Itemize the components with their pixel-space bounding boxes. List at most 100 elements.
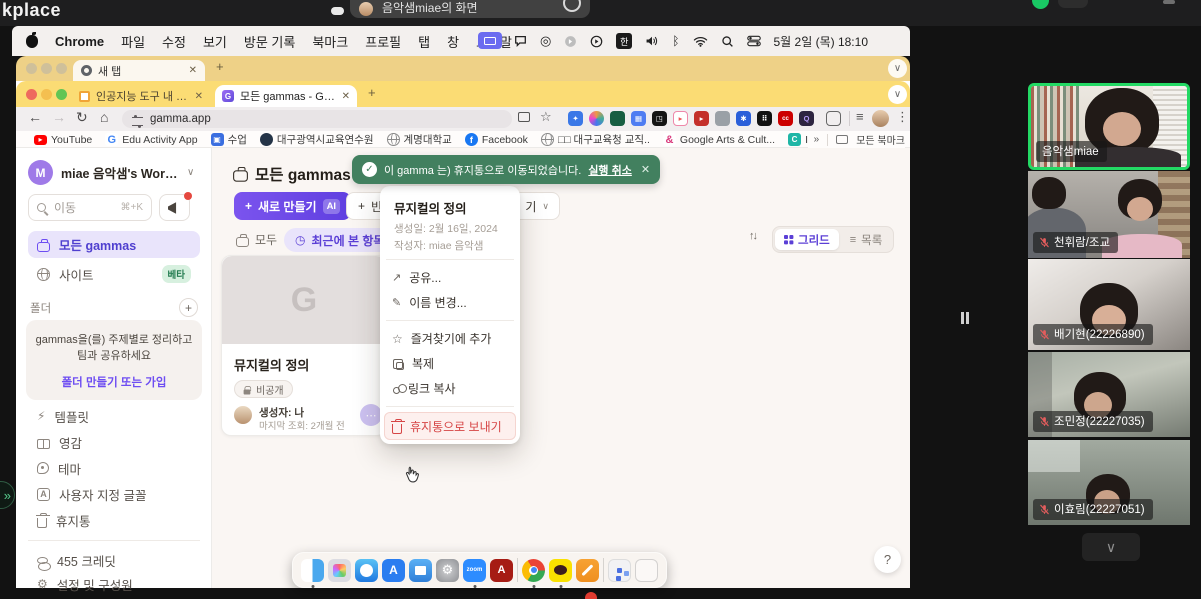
extension-icon[interactable]: cc	[778, 111, 793, 126]
menu-item-copy-link[interactable]: 링크 복사	[384, 376, 516, 401]
sidebar-item-templates[interactable]: ⚡템플릿	[28, 404, 98, 428]
sidebar-item-all-gammas[interactable]: 모든 gammas	[28, 231, 200, 258]
close-window-button[interactable]	[26, 89, 37, 100]
back-button[interactable]: ←	[28, 109, 42, 125]
safari-icon[interactable]	[355, 559, 378, 582]
menu-bar-clock[interactable]: 5월 2일 (목) 18:10	[774, 33, 869, 50]
home-button[interactable]: ⌂	[100, 109, 108, 125]
tab-strip-chevron[interactable]: ∨	[888, 59, 907, 78]
workspace-switcher[interactable]: M miae 음악샘's Work... ∨	[28, 160, 194, 185]
extension-icon[interactable]	[715, 111, 730, 126]
resize-handle[interactable]	[961, 312, 964, 324]
chrome-icon[interactable]	[522, 559, 545, 582]
trash-icon[interactable]	[635, 559, 658, 582]
zoom-window-button[interactable]	[56, 63, 67, 74]
bookmark-star-icon[interactable]: ☆	[540, 109, 552, 125]
tab-strip-chevron[interactable]: ∨	[888, 85, 907, 104]
reload-button[interactable]: ↻	[76, 109, 88, 126]
side-panel-expand-button[interactable]: »	[0, 481, 15, 509]
screen-share-pill[interactable]: 음악샘miae의 화면	[350, 0, 590, 18]
input-source-indicator[interactable]: 한	[616, 33, 632, 49]
sidebar-item-trash[interactable]: 휴지통	[28, 508, 100, 532]
bookmark-item[interactable]: □□ 대구교육청 교직..	[541, 132, 650, 147]
apple-menu-icon[interactable]	[26, 35, 38, 48]
finder-icon[interactable]	[301, 559, 324, 582]
list-view-button[interactable]: ≡목록	[841, 229, 892, 250]
bookmark-item[interactable]: 계명대학교	[387, 132, 452, 147]
menu-app-name[interactable]: Chrome	[55, 34, 104, 49]
whats-new-button[interactable]	[159, 194, 190, 221]
minimize-window-button[interactable]	[41, 63, 52, 74]
tab-ai-tools[interactable]: 인공지능 도구 내 수업에 적용하기 ✕	[73, 85, 209, 107]
close-tab-icon[interactable]: ✕	[195, 91, 203, 102]
sidebar-item-credits[interactable]: 455 크레딧	[28, 548, 125, 572]
participant-tile-active[interactable]: 음악샘miae	[1028, 83, 1190, 170]
help-button[interactable]: ?	[874, 546, 901, 573]
app-store-icon[interactable]: A	[382, 559, 405, 582]
menu-edit[interactable]: 수정	[162, 32, 186, 51]
close-tab-icon[interactable]: ✕	[342, 91, 350, 102]
acrobat-icon[interactable]: A	[490, 559, 513, 582]
forward-button[interactable]: →	[52, 109, 66, 125]
kakaotalk-icon[interactable]	[549, 559, 572, 582]
extension-icon[interactable]: ✱	[736, 111, 751, 126]
back-window-tab[interactable]: 새 탭 ✕	[73, 60, 205, 81]
filter-recently-viewed[interactable]: ◷ 최근에 본 항목	[284, 228, 395, 252]
bookmark-item[interactable]: GEdu Activity App	[105, 133, 197, 146]
menu-item-share[interactable]: ↗공유...	[384, 265, 516, 290]
screen-share-status-icon[interactable]	[478, 32, 502, 49]
menu-item-send-to-trash[interactable]: 휴지통으로 보내기	[384, 412, 516, 440]
profile-avatar[interactable]	[872, 110, 889, 127]
collapse-participants-button[interactable]: ∨	[1082, 533, 1140, 561]
card-more-button[interactable]: ⋯	[360, 404, 382, 426]
add-folder-button[interactable]: +	[179, 298, 198, 317]
search-input[interactable]: 이동 ⌘+K	[28, 194, 152, 221]
all-bookmarks-label[interactable]: 모든 북마크	[856, 132, 905, 147]
bookmark-item[interactable]: ▸YouTube	[34, 134, 92, 146]
sync-icon[interactable]	[564, 35, 577, 48]
control-center-icon[interactable]	[747, 35, 761, 47]
menu-history[interactable]: 방문 기록	[244, 32, 295, 51]
sort-icon[interactable]: ↑↓	[749, 230, 756, 242]
participant-tile[interactable]: 배기현(22226890)	[1028, 259, 1190, 350]
bookmark-item[interactable]: ▣수업	[211, 132, 247, 147]
bookmarks-overflow-chevron[interactable]: »	[814, 134, 820, 145]
menu-view[interactable]: 보기	[203, 32, 227, 51]
toast-undo-link[interactable]: 실행 취소	[588, 162, 632, 178]
extension-icon[interactable]	[610, 111, 625, 126]
zoom-icon[interactable]: zoom	[463, 559, 486, 582]
play-circle-icon[interactable]	[590, 35, 603, 48]
extensions-puzzle-icon[interactable]	[826, 111, 841, 126]
launchpad-icon[interactable]	[328, 559, 351, 582]
sidebar-item-themes[interactable]: 테마	[28, 456, 90, 480]
new-tab-button[interactable]: +	[368, 85, 376, 100]
sidebar-item-custom-fonts[interactable]: 사용자 지정 글꼴	[28, 482, 155, 506]
extension-icon[interactable]: ◳	[652, 111, 667, 126]
adobe-cc-icon[interactable]: ◎	[540, 33, 551, 49]
participant-tile[interactable]: 천휘람/조교	[1028, 171, 1190, 258]
volume-icon[interactable]	[645, 35, 659, 47]
address-bar[interactable]: gamma.app	[122, 110, 512, 128]
sidebar-item-sites[interactable]: 사이트 베타	[28, 262, 200, 286]
extension-icon[interactable]: ▦	[631, 111, 646, 126]
zoom-window-button[interactable]	[56, 89, 67, 100]
reading-list-icon[interactable]: ≡	[856, 109, 864, 124]
close-window-button[interactable]	[26, 63, 37, 74]
bookmark-item[interactable]: fFacebook	[465, 133, 528, 146]
extension-icon[interactable]: Q	[799, 111, 814, 126]
spotlight-search-icon[interactable]	[721, 35, 734, 48]
site-settings-icon[interactable]	[132, 117, 143, 126]
minimize-window-button[interactable]	[41, 89, 52, 100]
menu-bookmarks[interactable]: 북마크	[312, 32, 348, 51]
menu-profiles[interactable]: 프로필	[365, 32, 401, 51]
extension-icon[interactable]: ✦	[568, 111, 583, 126]
extension-icon[interactable]: ▸	[694, 111, 709, 126]
participant-tile[interactable]: 이효림(22227051)	[1028, 440, 1190, 525]
browser-menu-icon[interactable]: ⋮	[896, 109, 909, 125]
background-chrome-window[interactable]: 새 탭 ✕ + ∨	[16, 56, 910, 81]
bookmark-item[interactable]: 대구광역시교육연수원	[260, 132, 374, 147]
menu-item-rename[interactable]: ✎이름 변경...	[384, 290, 516, 315]
menu-item-duplicate[interactable]: 복제	[384, 351, 516, 376]
extension-icon[interactable]: ⠿	[757, 111, 772, 126]
menu-window[interactable]: 창	[447, 32, 459, 51]
